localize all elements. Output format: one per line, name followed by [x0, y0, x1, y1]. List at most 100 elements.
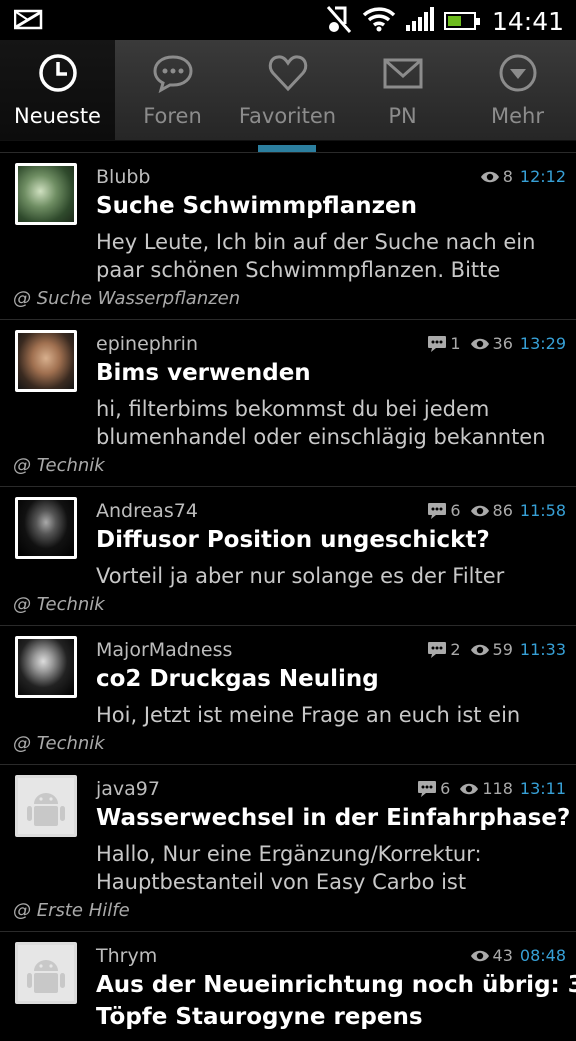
eye-icon	[470, 644, 489, 655]
status-bar: 14:41	[0, 0, 576, 40]
tab-label: PN	[388, 104, 417, 128]
thread-preview: Hoi, Jetzt ist meine Frage an euch ist e…	[96, 701, 566, 729]
avatar	[15, 942, 77, 1004]
tab-mehr[interactable]: Mehr	[460, 40, 575, 140]
tab-label: Favoriten	[238, 104, 337, 128]
preview-line: hi, filterbims bekommst du bei jedem	[96, 397, 490, 421]
mail-icon	[13, 8, 44, 34]
forum-link[interactable]: @ Technik	[13, 455, 105, 476]
tab-label: Foren	[143, 104, 202, 128]
username: java97	[96, 778, 160, 800]
clock-icon	[39, 54, 77, 92]
list-item[interactable]: epinephrin 1 36 13:29 Bims verwenden hi,…	[0, 319, 576, 486]
preview-line: blumenhandel oder einschlägig bekannten	[96, 425, 546, 449]
post-time: 08:48	[519, 946, 566, 965]
thread-meta: 8 12:12	[480, 167, 566, 186]
forum-link[interactable]: @ Technik	[13, 594, 105, 615]
android-icon	[18, 778, 74, 834]
post-time: 13:29	[519, 334, 566, 353]
envelope-icon	[383, 58, 423, 89]
reply-count: 6	[450, 501, 461, 520]
thread-title: Aus der Neueinrichtung noch übrig: 3	[96, 972, 576, 998]
thread-title-line2: Töpfe Staurogyne repens	[96, 1004, 423, 1030]
tab-favoriten[interactable]: Favoriten	[230, 40, 345, 140]
thread-title: co2 Druckgas Neuling	[96, 666, 379, 692]
preview-line: Vorteil ja aber nur solange es der Filte…	[96, 564, 505, 588]
username: Andreas74	[96, 500, 198, 522]
comment-icon	[428, 641, 447, 658]
thread-title: Bims verwenden	[96, 360, 311, 386]
avatar	[15, 775, 77, 837]
thread-preview: Hey Leute, Ich bin auf der Suche nach ei…	[96, 228, 566, 284]
username: Thrym	[96, 945, 158, 967]
avatar	[15, 163, 77, 225]
view-count: 8	[502, 167, 513, 186]
tab-foren[interactable]: Foren	[115, 40, 230, 140]
tab-bar: Neueste Foren Favoriten PN Mehr	[0, 40, 576, 141]
preview-line: Hoi, Jetzt ist meine Frage an euch ist e…	[96, 703, 521, 727]
mute-icon	[326, 4, 352, 38]
view-count: 86	[492, 501, 513, 520]
post-time: 11:58	[519, 501, 566, 520]
avatar	[15, 497, 77, 559]
reply-count: 6	[440, 779, 451, 798]
username: epinephrin	[96, 333, 198, 355]
username: MajorMadness	[96, 639, 233, 661]
thread-title: Diffusor Position ungeschickt?	[96, 527, 490, 553]
android-icon	[18, 945, 74, 1001]
thread-meta: 6 86 11:58	[427, 501, 566, 520]
eye-icon	[460, 783, 479, 794]
reply-count: 1	[450, 334, 461, 353]
forum-link[interactable]: @ Suche Wasserpflanzen	[13, 288, 240, 309]
list-item[interactable]: MajorMadness 2 59 11:33 co2 Druckgas Neu…	[0, 625, 576, 764]
post-time: 12:12	[519, 167, 566, 186]
view-count: 118	[482, 779, 513, 798]
preview-line: Hey Leute, Ich bin auf der Suche nach ei…	[96, 230, 536, 254]
thread-preview: Hallo, Nur eine Ergänzung/Korrektur: Hau…	[96, 840, 566, 896]
list-item[interactable]: java97 6 118 13:11 Wasserwechsel in der …	[0, 764, 576, 931]
thread-preview: hi, filterbims bekommst du bei jedem blu…	[96, 395, 566, 451]
scroll-indicator	[258, 145, 316, 152]
eye-icon	[470, 505, 489, 516]
post-time: 11:33	[519, 640, 566, 659]
post-time: 13:11	[519, 779, 566, 798]
reply-count: 2	[450, 640, 461, 659]
thread-meta: 43 08:48	[470, 946, 566, 965]
avatar	[15, 330, 77, 392]
heart-icon	[268, 55, 308, 92]
thread-preview: Vorteil ja aber nur solange es der Filte…	[96, 562, 566, 590]
more-icon	[499, 54, 537, 92]
view-count: 59	[492, 640, 513, 659]
comment-icon	[418, 780, 437, 797]
tab-label: Neueste	[14, 104, 101, 128]
avatar	[15, 636, 77, 698]
eye-icon	[470, 950, 489, 961]
thread-list[interactable]: Blubb 8 12:12 Suche Schwimmpflanzen Hey …	[0, 152, 576, 1041]
preview-line: Hallo, Nur eine Ergänzung/Korrektur:	[96, 842, 482, 866]
list-item[interactable]: Thrym 43 08:48 Aus der Neueinrichtung no…	[0, 931, 576, 1041]
tab-neueste[interactable]: Neueste	[0, 40, 115, 140]
tab-pn[interactable]: PN	[345, 40, 460, 140]
list-item[interactable]: Andreas74 6 86 11:58 Diffusor Position u…	[0, 486, 576, 625]
battery-icon	[443, 12, 480, 30]
thread-meta: 2 59 11:33	[427, 640, 566, 659]
list-item[interactable]: Blubb 8 12:12 Suche Schwimmpflanzen Hey …	[0, 152, 576, 319]
forum-link[interactable]: @ Technik	[13, 733, 105, 754]
thread-meta: 1 36 13:29	[427, 334, 566, 353]
forum-link[interactable]: @ Erste Hilfe	[13, 900, 130, 921]
comment-icon	[428, 502, 447, 519]
signal-icon	[405, 7, 434, 35]
comment-icon	[428, 335, 447, 352]
username: Blubb	[96, 166, 151, 188]
eye-icon	[470, 338, 489, 349]
thread-meta: 6 118 13:11	[417, 779, 566, 798]
chat-bubble-icon	[153, 55, 193, 94]
thread-title: Suche Schwimmpflanzen	[96, 193, 417, 219]
eye-icon	[480, 171, 499, 182]
thread-title: Wasserwechsel in der Einfahrphase?	[96, 805, 571, 831]
view-count: 43	[492, 946, 513, 965]
preview-line: Hauptbestanteil von Easy Carbo ist	[96, 870, 467, 894]
tab-label: Mehr	[491, 104, 544, 128]
clock-time: 14:41	[491, 6, 564, 36]
view-count: 36	[492, 334, 513, 353]
